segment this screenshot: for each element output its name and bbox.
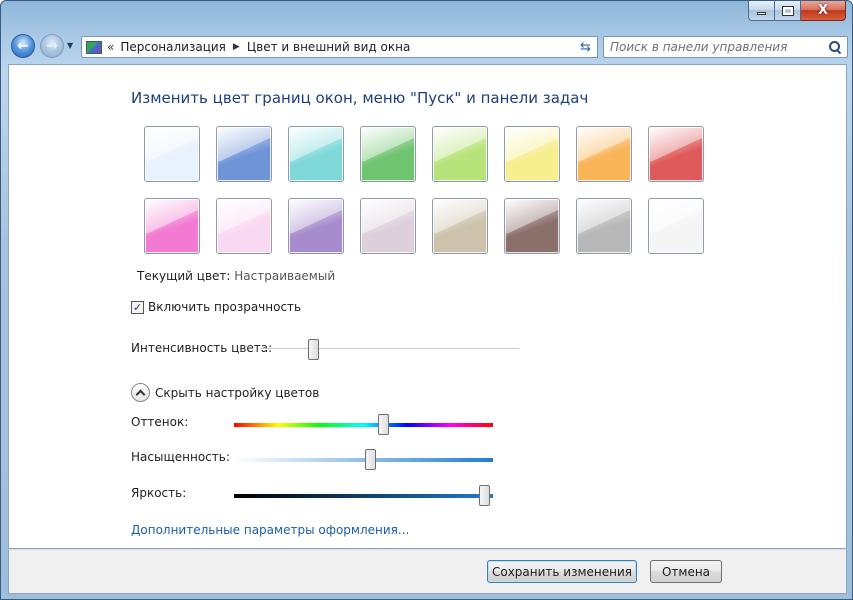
- color-swatch[interactable]: [288, 126, 344, 182]
- minimize-button[interactable]: [748, 1, 775, 21]
- cancel-button[interactable]: Отмена: [650, 560, 722, 583]
- color-swatch[interactable]: [216, 126, 272, 182]
- current-color-value: Настраиваемый: [234, 269, 336, 283]
- control-panel-icon: [86, 40, 102, 54]
- saturation-slider-thumb[interactable]: [365, 449, 377, 470]
- recent-pages-dropdown[interactable]: ▼: [67, 41, 73, 50]
- color-swatch[interactable]: [504, 198, 560, 254]
- color-swatch[interactable]: [432, 198, 488, 254]
- intensity-slider-track[interactable]: [260, 348, 519, 350]
- color-swatch[interactable]: [216, 198, 272, 254]
- arrow-left-icon: ←: [17, 38, 29, 54]
- arrow-right-icon: →: [46, 38, 58, 54]
- hide-color-mixer-toggle[interactable]: Скрыть настройку цветов: [131, 383, 319, 402]
- maximize-icon: [781, 5, 794, 16]
- color-swatch[interactable]: [360, 198, 416, 254]
- window-frame: X ← → ▼ « Персонализация ▶ Цвет и внешни…: [0, 0, 853, 600]
- color-swatch[interactable]: [576, 198, 632, 254]
- minimize-icon: [757, 12, 766, 15]
- color-swatch[interactable]: [432, 126, 488, 182]
- address-bar[interactable]: « Персонализация ▶ Цвет и внешний вид ок…: [81, 36, 598, 58]
- brightness-label: Яркость:: [131, 486, 187, 500]
- search-input[interactable]: [610, 40, 829, 54]
- hue-slider-track[interactable]: [234, 423, 493, 427]
- refresh-icon: ⇆: [580, 39, 591, 55]
- color-swatch[interactable]: [504, 126, 560, 182]
- close-button[interactable]: X: [801, 1, 846, 21]
- current-color-label: Текущий цвет:: [137, 269, 231, 283]
- main-content: Изменить цвет границ окон, меню "Пуск" и…: [8, 64, 847, 549]
- current-color: Текущий цвет: Настраиваемый: [137, 269, 335, 283]
- transparency-option[interactable]: ✓ Включить прозрачность: [131, 300, 301, 314]
- breadcrumb-overflow[interactable]: «: [107, 40, 114, 54]
- navigation-bar: ← → ▼ « Персонализация ▶ Цвет и внешний …: [7, 31, 848, 63]
- color-swatch[interactable]: [648, 198, 704, 254]
- advanced-appearance-link[interactable]: Дополнительные параметры оформления...: [131, 523, 409, 537]
- breadcrumb-separator-icon[interactable]: ▶: [233, 42, 240, 52]
- search-icon[interactable]: [829, 41, 841, 53]
- transparency-label[interactable]: Включить прозрачность: [148, 300, 301, 314]
- color-swatch[interactable]: [144, 126, 200, 182]
- close-icon: X: [817, 3, 829, 18]
- breadcrumb-personalization[interactable]: Персонализация: [120, 40, 226, 54]
- forward-button[interactable]: →: [40, 34, 64, 58]
- hue-label: Оттенок:: [131, 415, 189, 429]
- saturation-slider-track[interactable]: [234, 458, 493, 462]
- maximize-button[interactable]: [775, 1, 801, 21]
- brightness-slider-thumb[interactable]: [479, 485, 491, 506]
- page-title: Изменить цвет границ окон, меню "Пуск" и…: [131, 89, 589, 107]
- color-swatch[interactable]: [648, 126, 704, 182]
- hide-color-mixer-label[interactable]: Скрыть настройку цветов: [155, 386, 319, 400]
- breadcrumb-window-color[interactable]: Цвет и внешний вид окна: [247, 40, 411, 54]
- intensity-slider-thumb[interactable]: [308, 339, 320, 360]
- refresh-button[interactable]: ⇆: [574, 36, 598, 58]
- intensity-label: Интенсивность цвета:: [131, 341, 273, 355]
- brightness-slider-track[interactable]: [234, 494, 493, 498]
- save-changes-button[interactable]: Сохранить изменения: [487, 560, 637, 583]
- color-swatch[interactable]: [576, 126, 632, 182]
- search-box: [603, 36, 848, 58]
- checkmark-icon: ✓: [132, 300, 143, 314]
- chevron-up-icon[interactable]: [131, 383, 150, 402]
- hue-slider-thumb[interactable]: [378, 414, 390, 435]
- color-swatch[interactable]: [288, 198, 344, 254]
- back-button[interactable]: ←: [11, 34, 35, 58]
- dialog-footer: Сохранить изменения Отмена: [8, 549, 847, 594]
- color-swatch[interactable]: [144, 198, 200, 254]
- saturation-label: Насыщенность:: [131, 450, 230, 464]
- window-controls: X: [748, 1, 846, 21]
- transparency-checkbox[interactable]: ✓: [131, 300, 144, 314]
- color-swatch[interactable]: [360, 126, 416, 182]
